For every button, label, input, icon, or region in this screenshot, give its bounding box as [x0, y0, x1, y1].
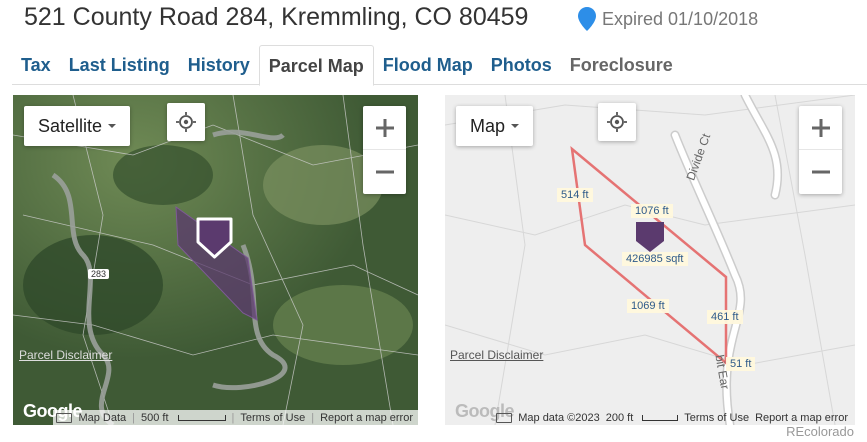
dimension-label: 1076 ft — [631, 204, 673, 218]
map-type-select[interactable]: Satellite — [24, 106, 131, 146]
scale-label[interactable]: 500 ft — [141, 412, 169, 424]
road-shield: 283 — [88, 269, 110, 279]
keyboard-icon[interactable] — [56, 412, 73, 423]
map-type-select[interactable]: Map — [456, 106, 534, 146]
tab-bar: Tax Last Listing History Parcel Map Floo… — [12, 45, 867, 86]
chevron-down-icon — [511, 124, 520, 128]
tab-flood-map[interactable]: Flood Map — [374, 45, 482, 85]
crosshair-icon — [176, 112, 196, 132]
property-address: 521 County Road 284, Kremmling, CO 80459 — [24, 3, 529, 31]
plus-icon — [375, 118, 394, 137]
locate-button[interactable] — [167, 103, 205, 141]
dimension-label: 514 ft — [557, 188, 593, 202]
keyboard-icon[interactable] — [496, 412, 513, 423]
parcel-marker-icon[interactable] — [196, 217, 233, 259]
zoom-control — [363, 106, 406, 194]
tab-last-listing[interactable]: Last Listing — [60, 45, 179, 85]
tab-tax[interactable]: Tax — [12, 45, 60, 85]
dimension-label: 1069 ft — [627, 299, 669, 313]
map-type-label: Map — [470, 115, 506, 136]
tab-photos[interactable]: Photos — [482, 45, 561, 85]
minus-icon — [811, 170, 830, 174]
brand-watermark: REcolorado — [786, 424, 854, 439]
tab-history[interactable]: History — [179, 45, 259, 85]
satellite-map[interactable]: 283 Satellite Parcel Disclaimer Google M… — [13, 95, 418, 425]
scale-label[interactable]: 200 ft — [606, 412, 634, 424]
header: 521 County Road 284, Kremmling, CO 80459… — [0, 0, 867, 38]
plus-icon — [811, 118, 830, 137]
locate-button[interactable] — [598, 103, 636, 141]
zoom-in-button[interactable] — [799, 106, 842, 150]
report-error-link[interactable]: Report a map error — [755, 412, 848, 424]
road-map[interactable]: Divide Ct bit Ear 514 ft 1076 ft 426985 … — [445, 95, 855, 425]
scale-bar — [177, 414, 226, 421]
crosshair-icon — [607, 112, 627, 132]
location-pin-icon — [578, 7, 596, 31]
report-error-link[interactable]: Report a map error — [320, 412, 413, 424]
map-type-label: Satellite — [38, 115, 103, 136]
parcel-disclaimer-link[interactable]: Parcel Disclaimer — [450, 348, 543, 362]
chevron-down-icon — [108, 124, 117, 128]
dimension-label: 461 ft — [707, 310, 743, 324]
terms-link[interactable]: Terms of Use — [240, 412, 305, 424]
parcel-marker-icon[interactable] — [635, 221, 665, 253]
scale-bar — [642, 414, 679, 421]
map-data-link[interactable]: Map data ©2023 — [518, 412, 600, 424]
listing-status: Expired 01/10/2018 — [578, 7, 758, 31]
tab-parcel-map[interactable]: Parcel Map — [258, 45, 374, 86]
parcel-disclaimer-link[interactable]: Parcel Disclaimer — [19, 348, 112, 362]
tab-foreclosure[interactable]: Foreclosure — [561, 45, 682, 85]
zoom-control — [799, 106, 842, 194]
zoom-out-button[interactable] — [799, 150, 842, 194]
zoom-in-button[interactable] — [363, 106, 406, 150]
map-footer: Map Data | 500 ft | Terms of Use | Repor… — [53, 410, 418, 425]
dimension-label: 51 ft — [726, 357, 756, 371]
map-footer: Map data ©2023 200 ft Terms of Use Repor… — [485, 410, 855, 425]
area-label: 426985 sqft — [622, 252, 688, 266]
zoom-out-button[interactable] — [363, 150, 406, 194]
map-data-link[interactable]: Map Data — [78, 412, 126, 424]
status-text: Expired 01/10/2018 — [602, 8, 759, 29]
terms-link[interactable]: Terms of Use — [684, 412, 749, 424]
minus-icon — [375, 170, 394, 174]
